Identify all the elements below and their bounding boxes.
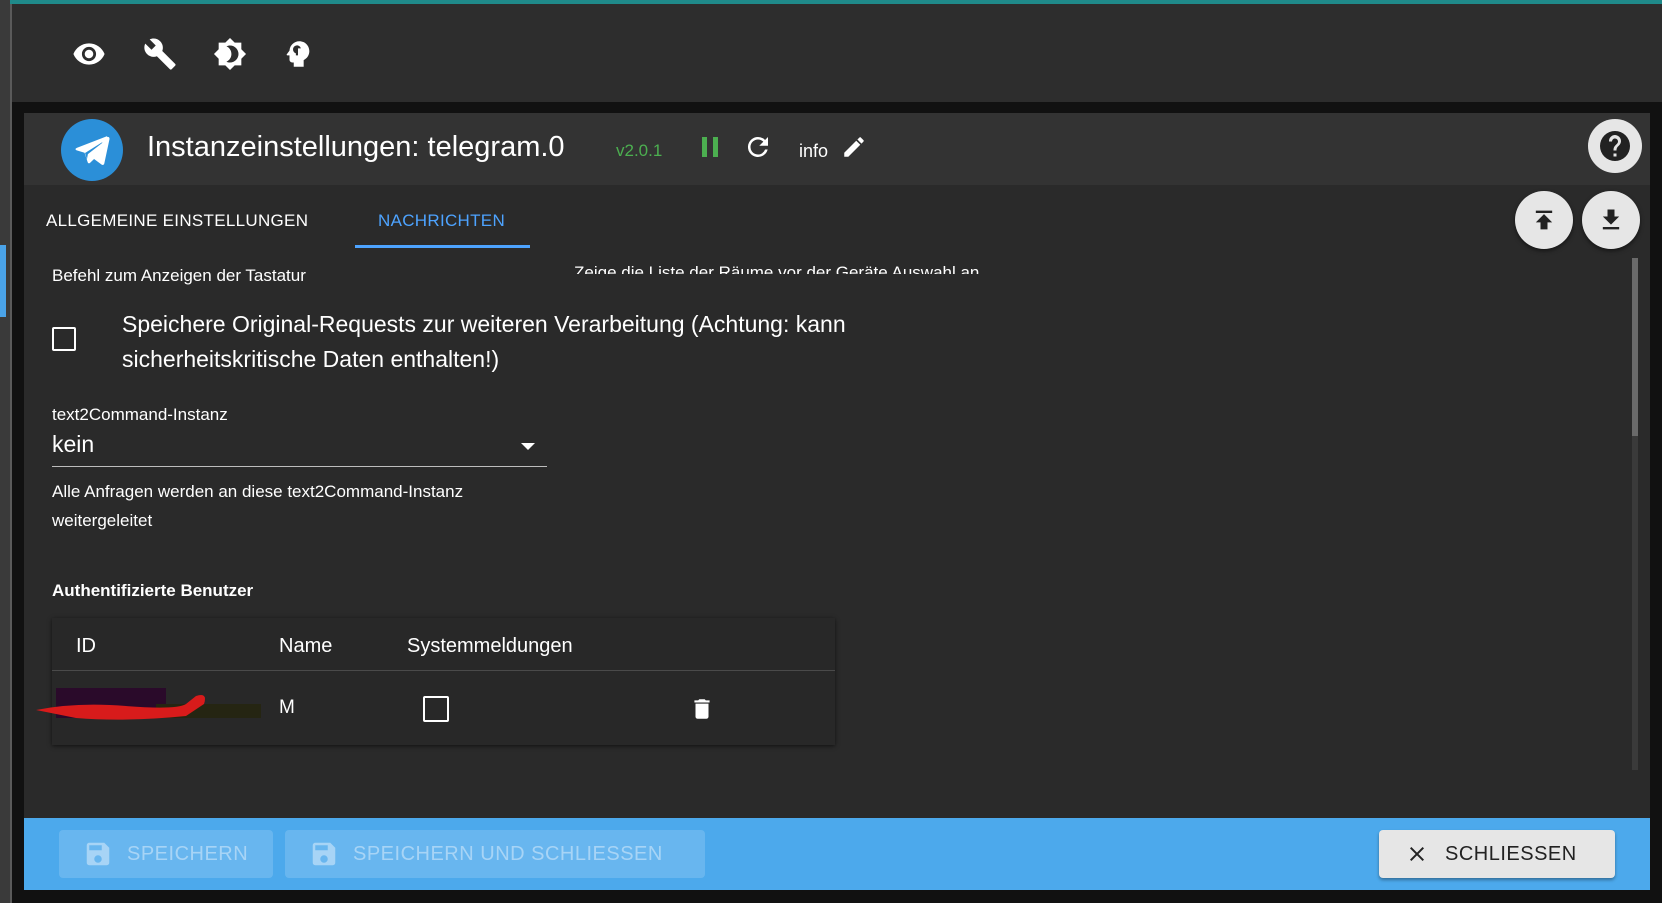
download-settings-button[interactable] bbox=[1582, 191, 1640, 249]
eye-icon[interactable] bbox=[67, 32, 111, 76]
system-messages-checkbox[interactable] bbox=[423, 696, 449, 722]
upload-icon bbox=[1535, 210, 1553, 230]
download-icon bbox=[1602, 209, 1620, 230]
dropdown-arrow-icon bbox=[521, 443, 535, 450]
expert-mode-icon[interactable] bbox=[276, 32, 320, 76]
save-icon bbox=[83, 839, 113, 869]
text2command-label: text2Command-Instanz bbox=[52, 405, 228, 424]
help-icon bbox=[1600, 131, 1630, 161]
pause-icon[interactable] bbox=[696, 133, 724, 161]
tab-messages[interactable]: NACHRICHTEN bbox=[378, 211, 505, 231]
brightness-icon[interactable] bbox=[208, 32, 252, 76]
left-sidebar-edge bbox=[0, 0, 10, 903]
dialog-header: Instanzeinstellungen: telegram.0 v2.0.1 … bbox=[24, 113, 1650, 185]
save-icon bbox=[309, 839, 339, 869]
sidebar-border bbox=[10, 4, 12, 903]
upload-settings-button[interactable] bbox=[1515, 191, 1573, 249]
save-button[interactable]: SPEICHERN bbox=[59, 830, 273, 878]
save-button-label: SPEICHERN bbox=[127, 842, 249, 865]
version-label: v2.0.1 bbox=[616, 141, 663, 160]
telegram-logo bbox=[61, 119, 123, 181]
table-header-divider bbox=[52, 670, 835, 671]
dialog-footer: SPEICHERN SPEICHERN UND SCHLIESSEN SCHLI… bbox=[24, 818, 1650, 890]
instance-settings-dialog: Instanzeinstellungen: telegram.0 v2.0.1 … bbox=[24, 113, 1650, 890]
edit-pencil-icon[interactable] bbox=[839, 132, 869, 162]
authenticated-users-title: Authentifizierte Benutzer bbox=[52, 581, 254, 600]
close-icon bbox=[1405, 842, 1429, 866]
tab-general-settings[interactable]: ALLGEMEINE EINSTELLUNGEN bbox=[46, 211, 308, 231]
wrench-icon[interactable] bbox=[138, 32, 182, 76]
delete-icon[interactable] bbox=[687, 694, 717, 724]
text2command-value: kein bbox=[52, 431, 95, 457]
users-table: ID Name Systemmeldungen M bbox=[36, 618, 835, 745]
save-raw-requests-label: Speichere Original-Requests zur weiteren… bbox=[122, 311, 846, 372]
keyboard-command-label: Befehl zum Anzeigen der Tastatur bbox=[52, 266, 306, 285]
content-scrollbar[interactable] bbox=[1632, 258, 1638, 770]
text2command-help: Alle Anfragen werden an diese text2Comma… bbox=[52, 482, 464, 530]
redacted-id bbox=[36, 688, 261, 720]
help-button[interactable] bbox=[1588, 119, 1642, 173]
dialog-title: Instanzeinstellungen: telegram.0 bbox=[147, 131, 565, 163]
user-name-cell: M bbox=[279, 697, 295, 718]
settings-content: Befehl zum Anzeigen der Tastatur Zeige d… bbox=[24, 253, 1620, 773]
restart-icon[interactable] bbox=[742, 131, 774, 163]
close-button-label: SCHLIESSEN bbox=[1445, 842, 1577, 865]
text2command-select[interactable]: kein bbox=[52, 428, 547, 467]
close-button[interactable]: SCHLIESSEN bbox=[1379, 830, 1615, 878]
save-and-close-button[interactable]: SPEICHERN UND SCHLIESSEN bbox=[285, 830, 705, 878]
rooms-list-label: Zeige die Liste der Räume vor der Geräte… bbox=[574, 263, 980, 274]
column-header-name: Name bbox=[279, 635, 333, 657]
save-and-close-label: SPEICHERN UND SCHLIESSEN bbox=[353, 842, 663, 865]
info-label: info bbox=[799, 141, 829, 161]
sidebar-active-marker bbox=[0, 245, 6, 317]
active-tab-indicator bbox=[355, 245, 530, 248]
save-raw-requests-checkbox[interactable] bbox=[52, 327, 76, 351]
column-header-system-messages: Systemmeldungen bbox=[407, 635, 573, 657]
column-header-id: ID bbox=[76, 635, 96, 657]
scrollbar-thumb[interactable] bbox=[1632, 258, 1638, 436]
top-toolbar bbox=[12, 4, 1662, 102]
